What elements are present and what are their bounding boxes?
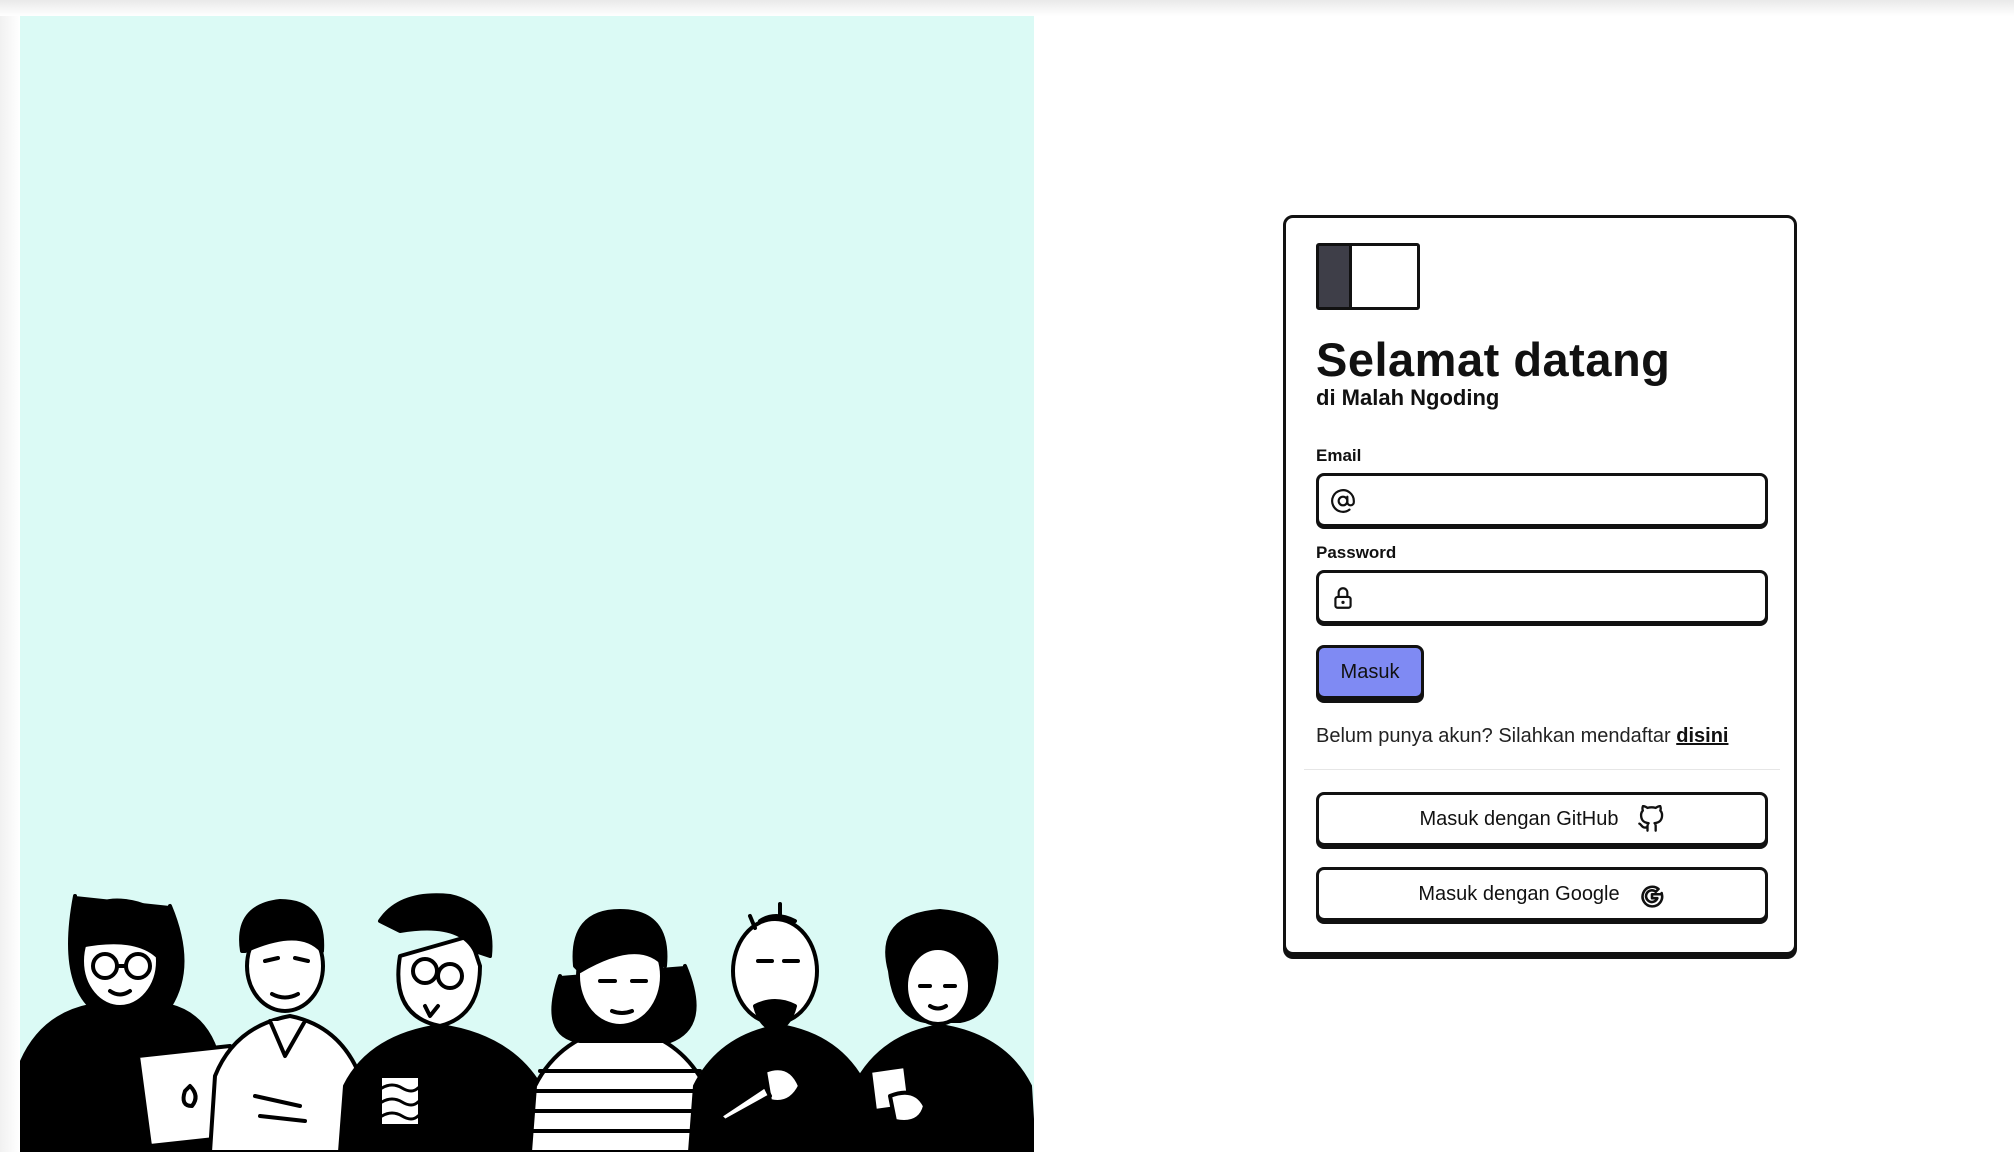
person-bob-woman xyxy=(848,909,1034,1152)
register-text: Belum punya akun? Silahkan mendaftar xyxy=(1316,725,1671,747)
email-label: Email xyxy=(1316,446,1362,465)
page-subtitle: di Malah Ngoding xyxy=(1316,385,1500,410)
divider xyxy=(1304,769,1780,770)
at-icon xyxy=(1331,489,1355,513)
page-title: Selamat datang xyxy=(1316,333,1671,386)
person-tshirt-man xyxy=(338,893,552,1152)
password-label: Password xyxy=(1316,543,1397,562)
email-field-wrapper xyxy=(1316,473,1768,527)
window-left-edge xyxy=(0,16,20,1152)
app-logo xyxy=(1316,243,1420,310)
lock-icon xyxy=(1334,587,1352,609)
register-prompt: Belum punya akun? Silahkan mendaftar dis… xyxy=(1316,725,1728,748)
person-bald-man xyxy=(688,902,872,1152)
people-illustration xyxy=(20,893,1034,1152)
password-field-wrapper xyxy=(1316,570,1768,624)
logo-sidebar-block xyxy=(1319,246,1352,307)
google-icon xyxy=(1640,885,1664,908)
email-input[interactable] xyxy=(1369,482,1761,518)
github-login-label: Masuk dengan GitHub xyxy=(1419,807,1619,830)
login-card: Selamat datang di Malah Ngoding Email Pa… xyxy=(1283,215,1797,955)
github-login-button[interactable]: Masuk dengan GitHub xyxy=(1316,792,1768,846)
window-top-edge xyxy=(0,0,2014,16)
person-glasses-woman xyxy=(20,894,244,1152)
hero-illustration-panel xyxy=(20,16,1034,1152)
github-icon xyxy=(1637,805,1663,832)
google-login-label: Masuk dengan Google xyxy=(1418,882,1620,905)
google-login-button[interactable]: Masuk dengan Google xyxy=(1316,867,1768,921)
register-link[interactable]: disini xyxy=(1676,725,1728,747)
password-input[interactable] xyxy=(1369,579,1761,615)
login-button[interactable]: Masuk xyxy=(1316,645,1424,699)
person-striped-woman xyxy=(528,909,712,1152)
